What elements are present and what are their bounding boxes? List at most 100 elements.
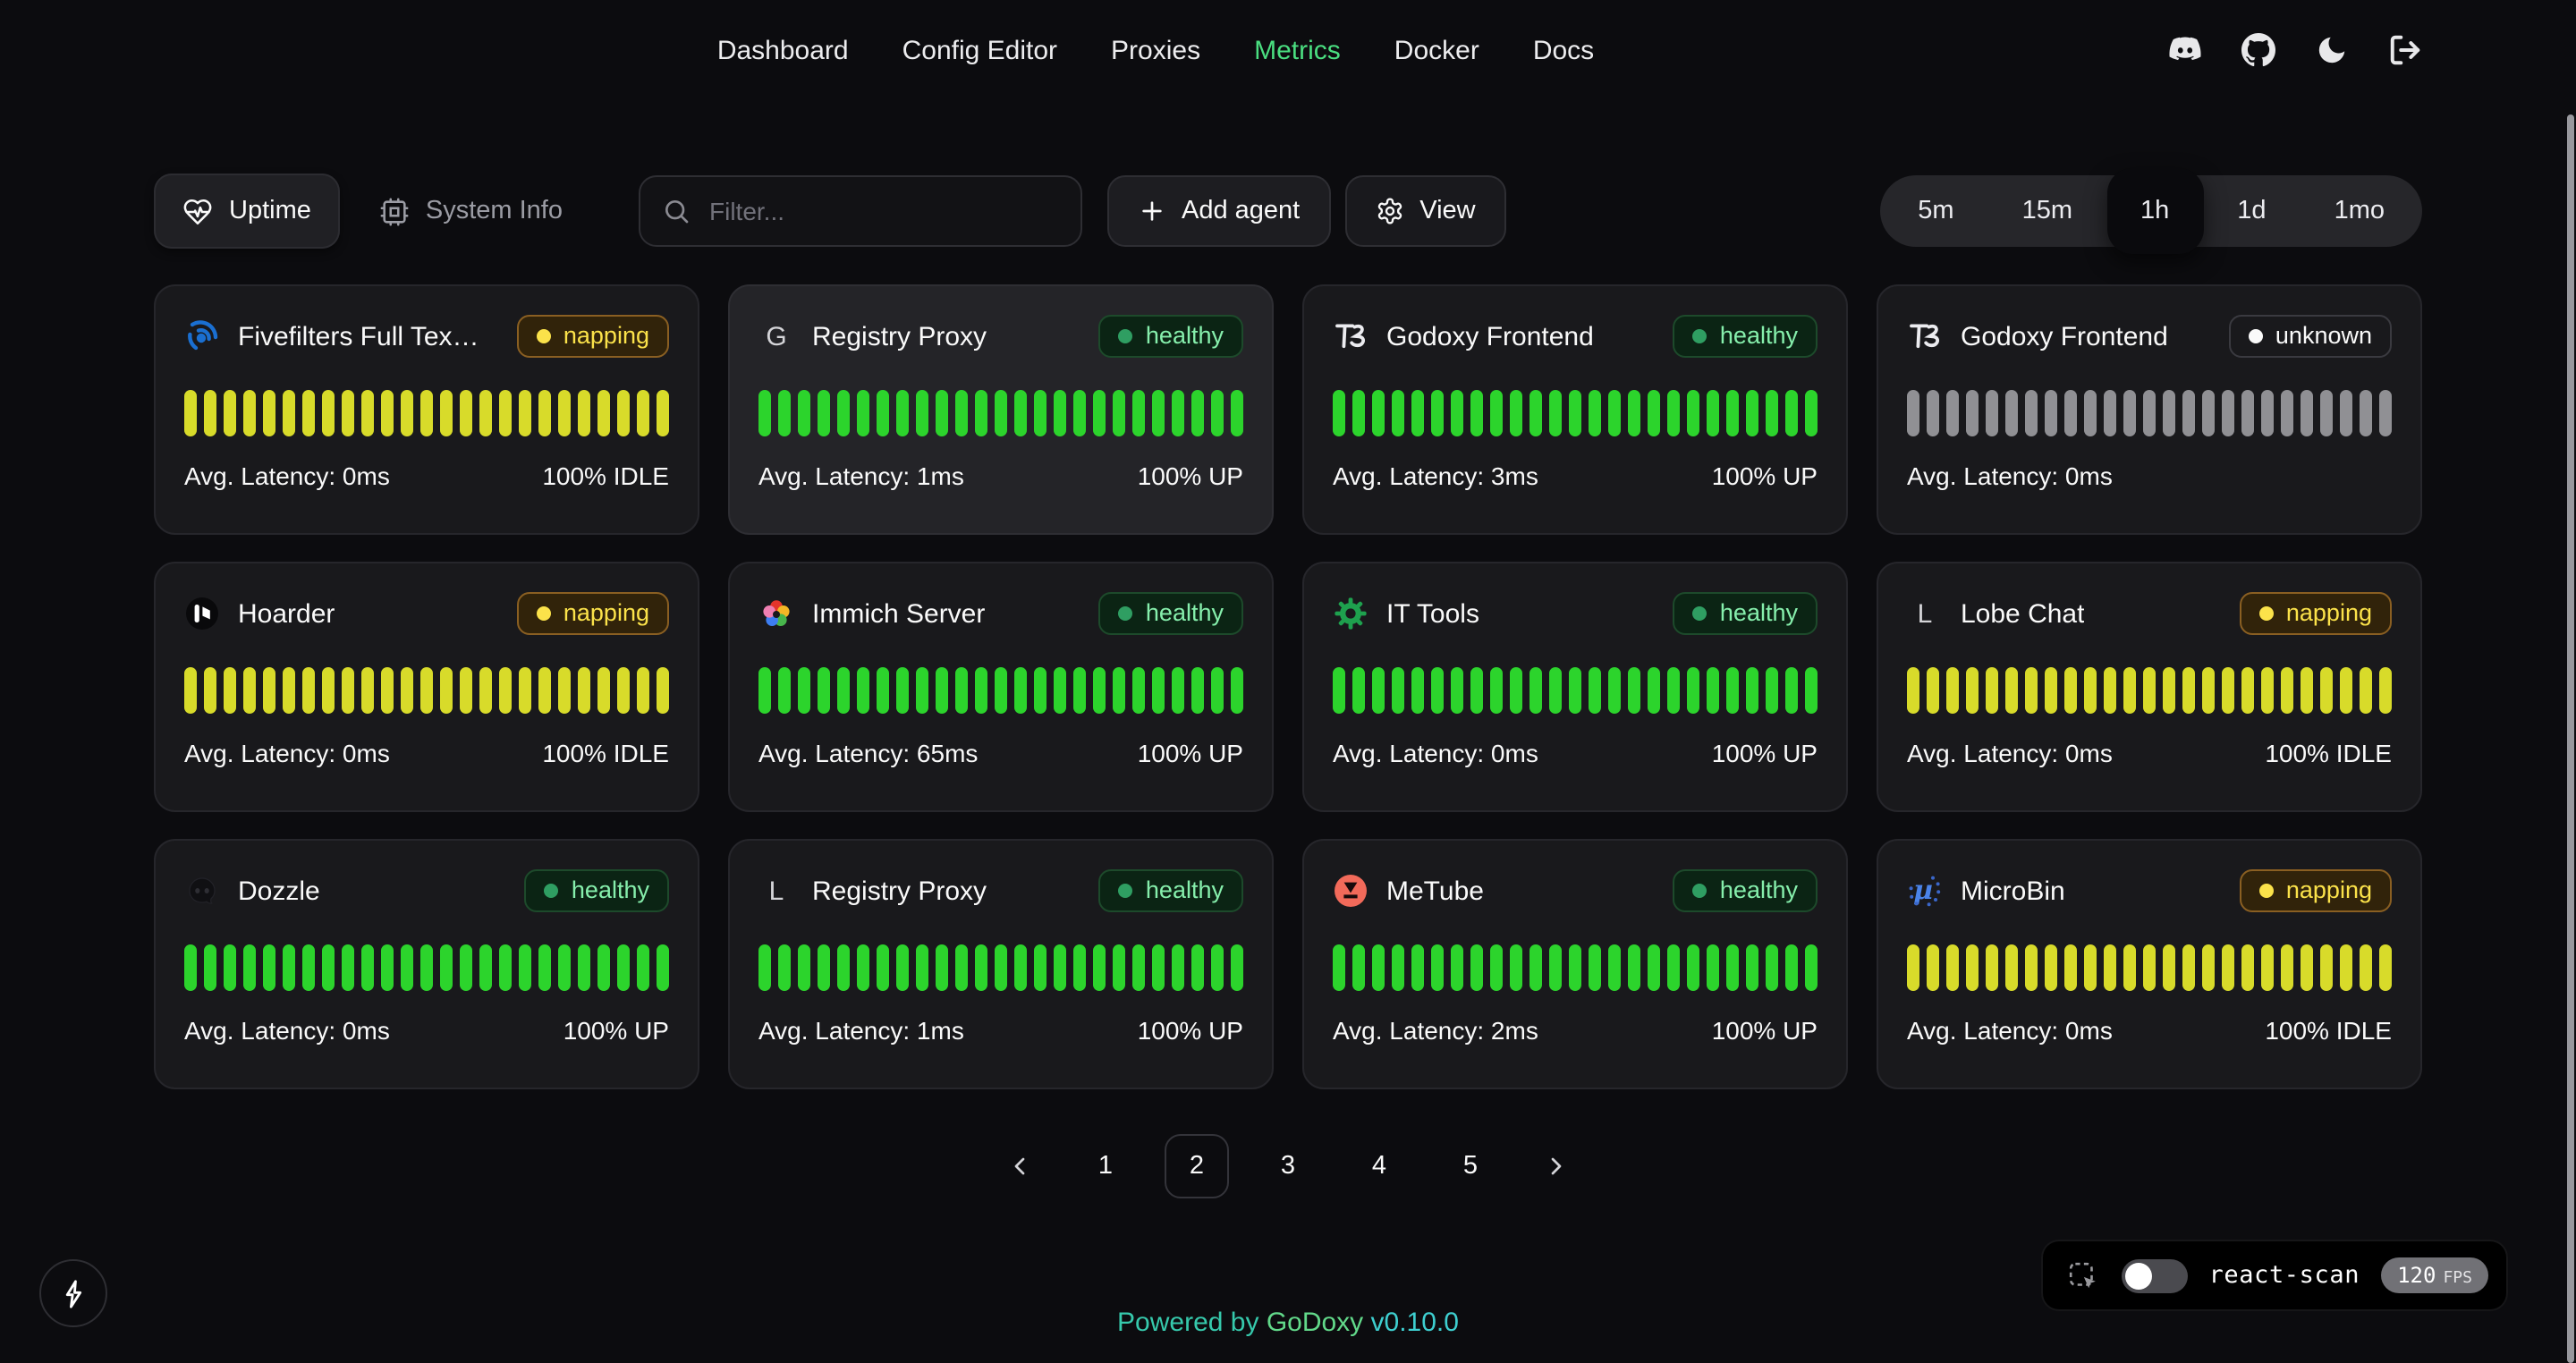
card-footer: Avg. Latency: 3ms100% UP bbox=[1333, 461, 1818, 490]
page-button-2[interactable]: 2 bbox=[1165, 1134, 1229, 1198]
uptime-bar bbox=[657, 944, 669, 991]
uptime-bar bbox=[2104, 667, 2116, 714]
uptime-bar bbox=[2005, 944, 2018, 991]
uptime-bar bbox=[778, 944, 791, 991]
tab-system-info[interactable]: System Info bbox=[351, 174, 591, 249]
uptime-bar bbox=[975, 667, 987, 714]
uptime-percent: 100% IDLE bbox=[542, 461, 669, 490]
uptime-bar bbox=[558, 944, 571, 991]
service-name: Fivefilters Full Tex… bbox=[238, 321, 479, 351]
service-card-godoxy-frontend[interactable]: Godoxy FrontendhealthyAvg. Latency: 3ms1… bbox=[1302, 284, 1848, 535]
add-agent-button[interactable]: Add agent bbox=[1106, 175, 1330, 247]
quick-actions-button[interactable] bbox=[39, 1259, 107, 1327]
dark-mode-toggle[interactable] bbox=[2315, 33, 2349, 67]
status-badge: unknown bbox=[2229, 315, 2392, 358]
nav-item-proxies[interactable]: Proxies bbox=[1111, 35, 1200, 65]
uptime-bar bbox=[2301, 944, 2313, 991]
page-button-4[interactable]: 4 bbox=[1347, 1134, 1411, 1198]
uptime-bar bbox=[578, 944, 590, 991]
uptime-bar bbox=[2301, 667, 2313, 714]
chevron-left-icon[interactable] bbox=[993, 1134, 1046, 1198]
uptime-bar bbox=[2301, 390, 2313, 436]
uptime-bar bbox=[460, 667, 472, 714]
service-name: Immich Server bbox=[812, 598, 985, 629]
page-button-1[interactable]: 1 bbox=[1073, 1134, 1138, 1198]
uptime-bar bbox=[204, 944, 216, 991]
uptime-bar bbox=[1372, 390, 1385, 436]
inspect-icon[interactable] bbox=[2066, 1258, 2100, 1292]
heart-pulse-icon bbox=[182, 196, 213, 226]
uptime-bar bbox=[1785, 390, 1798, 436]
status-badge: healthy bbox=[1674, 592, 1818, 635]
uptime-bar bbox=[361, 667, 374, 714]
nav-item-dashboard[interactable]: Dashboard bbox=[717, 35, 849, 65]
uptime-bar bbox=[896, 390, 909, 436]
service-card-immich-server[interactable]: Immich ServerhealthyAvg. Latency: 65ms10… bbox=[728, 562, 1274, 812]
service-card-lobe-chat[interactable]: LLobe ChatnappingAvg. Latency: 0ms100% I… bbox=[1877, 562, 2422, 812]
brand-link[interactable]: GoDoxy bbox=[1267, 1308, 1363, 1338]
uptime-bar bbox=[2340, 390, 2352, 436]
avg-latency: Avg. Latency: 0ms bbox=[1907, 461, 2113, 490]
uptime-bars bbox=[758, 944, 1243, 991]
service-card-it-tools[interactable]: IT ToolshealthyAvg. Latency: 0ms100% UP bbox=[1302, 562, 1848, 812]
card-header: Godoxy Frontendunknown bbox=[1907, 311, 2392, 361]
nav-item-config-editor[interactable]: Config Editor bbox=[902, 35, 1057, 65]
status-dot-icon bbox=[1119, 883, 1133, 897]
service-card-metube[interactable]: MeTubehealthyAvg. Latency: 2ms100% UP bbox=[1302, 839, 1848, 1089]
react-scan-toggle[interactable] bbox=[2122, 1258, 2188, 1292]
github-icon[interactable] bbox=[2241, 33, 2275, 67]
uptime-bar bbox=[1372, 944, 1385, 991]
tab-uptime[interactable]: Uptime bbox=[154, 174, 340, 249]
uptime-bar bbox=[955, 667, 968, 714]
view-button[interactable]: View bbox=[1344, 175, 1505, 247]
uptime-bar bbox=[1490, 667, 1503, 714]
nav-item-metrics[interactable]: Metrics bbox=[1254, 35, 1341, 65]
filter-input[interactable] bbox=[706, 195, 1058, 227]
status-badge: healthy bbox=[1674, 315, 1818, 358]
time-range-5m[interactable]: 5m bbox=[1884, 175, 1987, 247]
uptime-bar bbox=[1628, 667, 1640, 714]
card-footer: Avg. Latency: 0ms bbox=[1907, 461, 2392, 490]
service-card-dozzle[interactable]: DozzlehealthyAvg. Latency: 0ms100% UP bbox=[154, 839, 699, 1089]
page-button-3[interactable]: 3 bbox=[1256, 1134, 1320, 1198]
uptime-bar bbox=[877, 944, 889, 991]
time-range-1h[interactable]: 1h bbox=[2106, 168, 2203, 254]
uptime-percent: 100% IDLE bbox=[2265, 739, 2392, 767]
uptime-bar bbox=[2123, 667, 2136, 714]
uptime-bar bbox=[1569, 944, 1581, 991]
uptime-bar bbox=[1014, 667, 1027, 714]
time-range-15m[interactable]: 15m bbox=[1988, 175, 2106, 247]
nav-item-docker[interactable]: Docker bbox=[1394, 35, 1479, 65]
service-card-registry-proxy[interactable]: GRegistry ProxyhealthyAvg. Latency: 1ms1… bbox=[728, 284, 1274, 535]
page-button-5[interactable]: 5 bbox=[1438, 1134, 1503, 1198]
service-card-fivefilters-full-tex[interactable]: Fivefilters Full Tex…nappingAvg. Latency… bbox=[154, 284, 699, 535]
nav-item-docs[interactable]: Docs bbox=[1533, 35, 1594, 65]
service-card-registry-proxy[interactable]: LRegistry ProxyhealthyAvg. Latency: 1ms1… bbox=[728, 839, 1274, 1089]
uptime-bar bbox=[224, 390, 236, 436]
uptime-bar bbox=[916, 944, 928, 991]
uptime-bar bbox=[1470, 390, 1483, 436]
uptime-bars bbox=[184, 944, 669, 991]
uptime-bar bbox=[558, 390, 571, 436]
service-card-hoarder[interactable]: HoardernappingAvg. Latency: 0ms100% IDLE bbox=[154, 562, 699, 812]
uptime-bar bbox=[2104, 944, 2116, 991]
uptime-bar bbox=[778, 390, 791, 436]
plus-icon bbox=[1137, 197, 1165, 225]
time-range-1mo[interactable]: 1mo bbox=[2301, 175, 2419, 247]
scrollbar-thumb[interactable] bbox=[2567, 114, 2574, 1363]
uptime-bar bbox=[1034, 667, 1046, 714]
uptime-bar bbox=[401, 944, 413, 991]
fps-badge: 120 FPS bbox=[2381, 1257, 2488, 1293]
status-label: napping bbox=[2286, 876, 2372, 903]
time-range-1d[interactable]: 1d bbox=[2203, 175, 2300, 247]
service-name: Dozzle bbox=[238, 876, 320, 906]
uptime-bar bbox=[657, 667, 669, 714]
service-card-godoxy-frontend[interactable]: Godoxy Frontendunknown Avg. Latency: 0ms bbox=[1877, 284, 2422, 535]
uptime-bar bbox=[597, 944, 610, 991]
logout-icon[interactable] bbox=[2388, 33, 2422, 67]
chevron-right-icon[interactable] bbox=[1530, 1134, 1583, 1198]
service-card-microbin[interactable]: µMicroBinnappingAvg. Latency: 0ms100% ID… bbox=[1877, 839, 2422, 1089]
uptime-bar bbox=[1766, 944, 1778, 991]
uptime-bar bbox=[1648, 944, 1660, 991]
discord-icon[interactable] bbox=[2168, 33, 2202, 67]
